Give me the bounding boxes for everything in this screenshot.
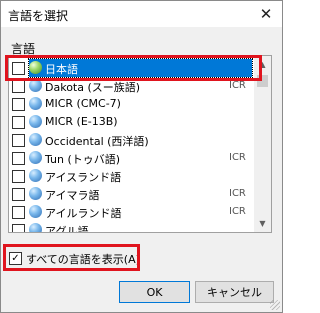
language-name: Tun (トゥバ語)	[45, 153, 121, 166]
globe-icon	[29, 223, 42, 232]
language-row[interactable]: アイマラ語 ICR	[9, 185, 254, 203]
language-name: Occidental (西洋語)	[45, 135, 149, 148]
language-name: アイスランド語	[45, 171, 122, 184]
language-checkbox[interactable]	[12, 116, 25, 129]
language-checkbox[interactable]	[12, 188, 25, 201]
language-list[interactable]: 日本語 Dakota (スー族語) ICR MICR (CMC-7) MICR (E-1…	[8, 55, 272, 233]
language-row[interactable]: MICR (E-13B)	[9, 113, 254, 131]
globe-icon	[29, 187, 42, 200]
annotation-highlight-show-all	[3, 244, 140, 271]
language-name: MICR (CMC-7)	[45, 97, 121, 110]
dialog-title: 言語を選択	[8, 9, 69, 23]
globe-icon	[29, 169, 42, 182]
resize-grip-icon[interactable]	[270, 300, 280, 310]
language-row[interactable]: アグル語	[9, 221, 254, 233]
language-name: アグル語	[45, 225, 89, 233]
globe-icon	[29, 115, 42, 128]
cancel-button[interactable]: キャンセル	[195, 281, 274, 303]
language-checkbox[interactable]	[12, 80, 25, 93]
language-row[interactable]: MICR (CMC-7)	[9, 95, 254, 113]
language-row[interactable]: アイルランド語 ICR	[9, 203, 254, 221]
close-button[interactable]: ✕	[250, 1, 282, 27]
title-bar: 言語を選択 ✕	[1, 1, 282, 27]
language-code: ICR	[229, 152, 246, 163]
scroll-down-arrow-icon[interactable]: ▼	[254, 215, 271, 232]
language-row[interactable]: Tun (トゥバ語) ICR	[9, 149, 254, 167]
globe-icon	[29, 133, 42, 146]
globe-icon	[29, 97, 42, 110]
vertical-scrollbar[interactable]: ▲ ▼	[254, 56, 271, 232]
language-checkbox[interactable]	[12, 134, 25, 147]
annotation-highlight-language	[5, 55, 262, 81]
language-row[interactable]: Occidental (西洋語)	[9, 131, 254, 149]
language-rows: 日本語 Dakota (スー族語) ICR MICR (CMC-7) MICR (E-1…	[9, 58, 254, 233]
language-code: ICR	[229, 80, 246, 91]
language-code: ICR	[229, 188, 246, 199]
language-row[interactable]: アイスランド語	[9, 167, 254, 185]
globe-icon	[29, 151, 42, 164]
globe-icon	[29, 205, 42, 218]
language-name: アイルランド語	[45, 207, 122, 220]
language-checkbox[interactable]	[12, 170, 25, 183]
language-name: アイマラ語	[45, 189, 100, 202]
language-name: Dakota (スー族語)	[45, 81, 141, 94]
language-checkbox[interactable]	[12, 206, 25, 219]
language-checkbox[interactable]	[12, 224, 25, 232]
language-name: MICR (E-13B)	[45, 115, 118, 128]
language-code: ICR	[229, 206, 246, 217]
ok-button[interactable]: OK	[119, 281, 190, 303]
language-checkbox[interactable]	[12, 98, 25, 111]
language-checkbox[interactable]	[12, 152, 25, 165]
